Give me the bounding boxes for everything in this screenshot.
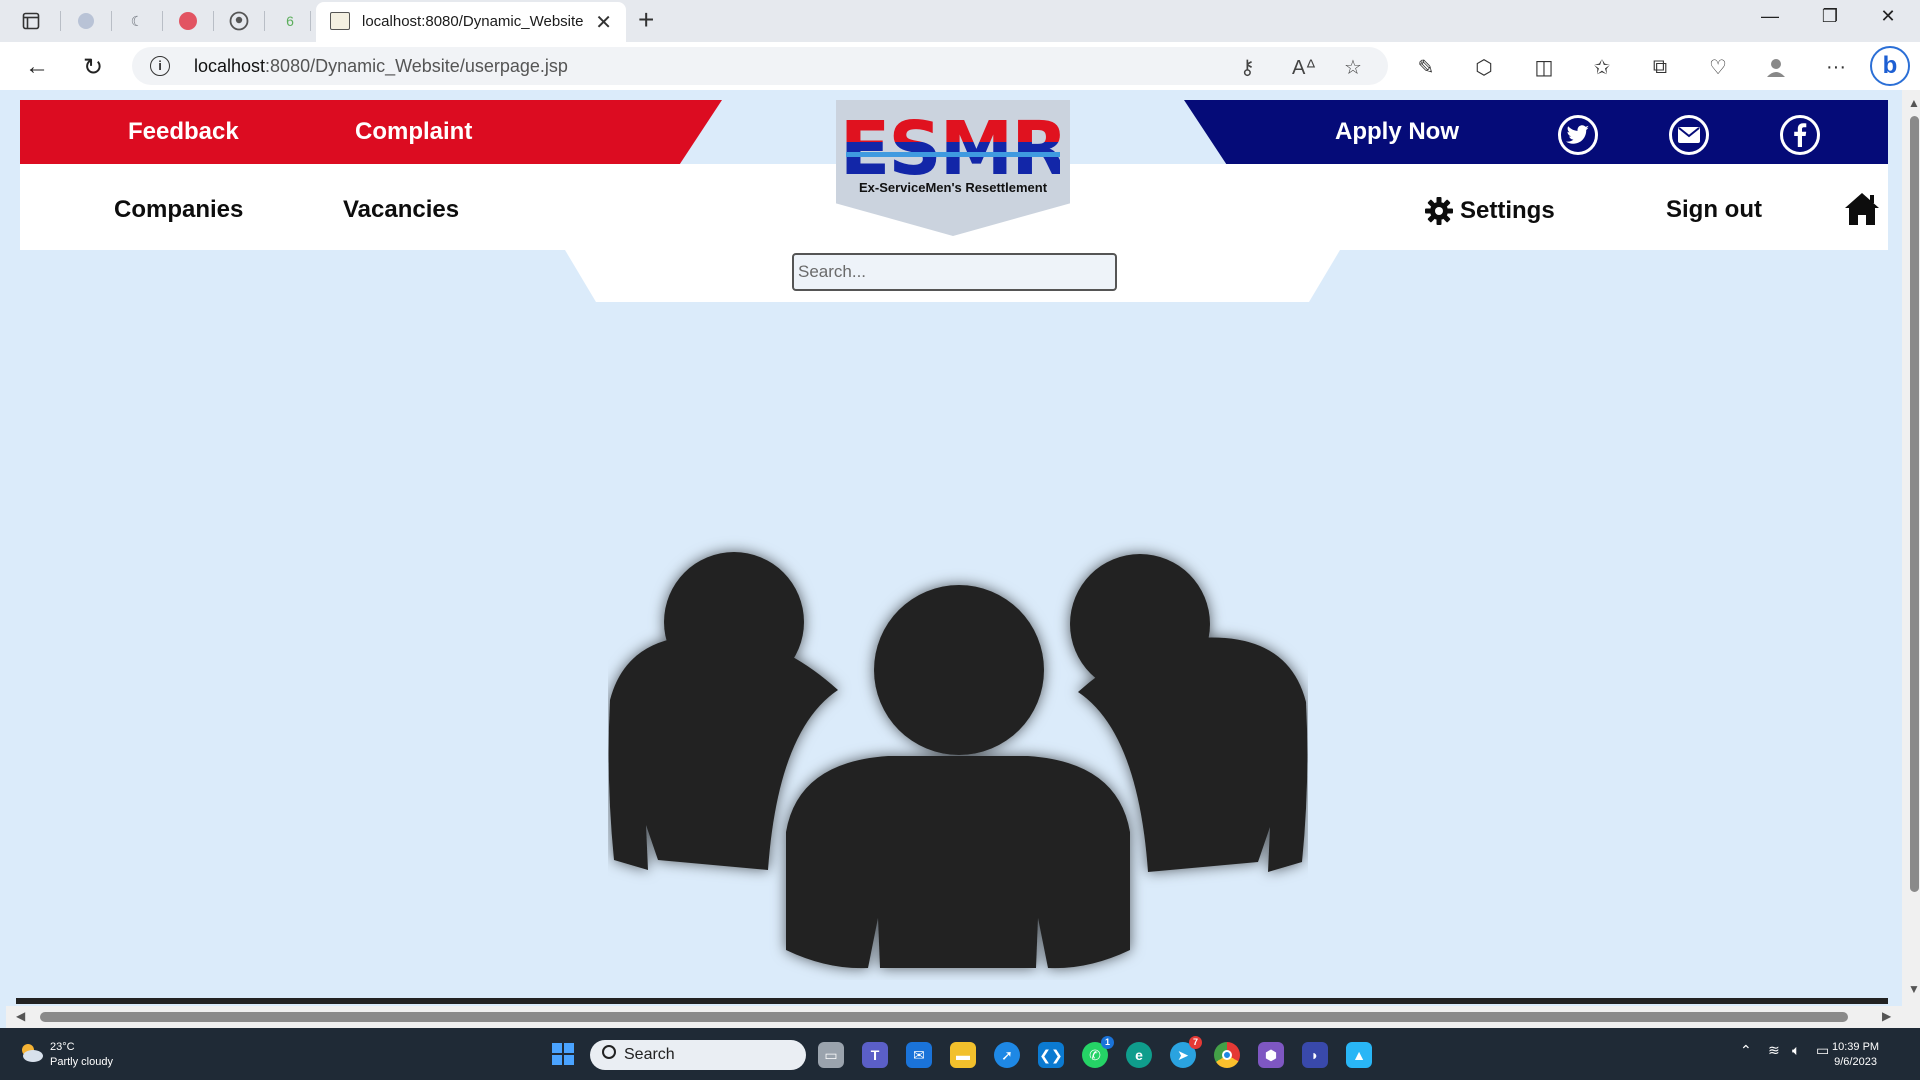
pinned-tab-icon[interactable]: ☾ [124, 8, 150, 34]
scroll-down-icon[interactable]: ▼ [1908, 982, 1920, 996]
pinned-tab-icon[interactable]: 6 [277, 8, 303, 34]
collections-icon[interactable]: ⧉ [1646, 53, 1674, 81]
drop-icon[interactable]: ✎ [1412, 53, 1440, 81]
start-button[interactable] [552, 1043, 574, 1065]
browser-essentials-icon[interactable]: ♡ [1704, 53, 1732, 81]
twitter-icon[interactable] [1558, 115, 1598, 155]
favorite-star-icon[interactable]: ☆ [1344, 55, 1362, 80]
new-tab-button[interactable]: + [638, 4, 654, 36]
app-cube-icon[interactable]: ⬢ [1258, 1042, 1284, 1068]
tab-close-icon[interactable]: ✕ [595, 10, 612, 35]
esmr-logo-mark: ESMR ESMR [846, 108, 1060, 178]
restore-button[interactable]: ❐ [1810, 6, 1850, 27]
search-icon [602, 1045, 616, 1059]
volume-icon[interactable]: 🔈︎ [1792, 1042, 1800, 1059]
read-aloud-icon[interactable]: Aᐞ [1292, 55, 1316, 80]
profile-icon[interactable] [1762, 53, 1790, 81]
apply-now-link[interactable]: Apply Now [1335, 118, 1459, 146]
safari-like-icon[interactable]: ➚ [994, 1042, 1020, 1068]
logo-tagline: Ex-ServiceMen's Resettlement [858, 180, 1048, 195]
horizontal-scroll-thumb[interactable] [40, 1012, 1848, 1022]
facebook-icon[interactable] [1780, 115, 1820, 155]
telegram-icon[interactable]: ➤ 7 [1170, 1036, 1202, 1068]
scroll-left-icon[interactable]: ◀ [16, 1009, 25, 1023]
more-menu-icon[interactable]: ··· [1822, 53, 1850, 81]
clock-date: 9/6/2023 [1834, 1056, 1877, 1068]
weather-desc: Partly cloudy [50, 1056, 113, 1068]
vscode-icon[interactable]: ❮❯ [1038, 1042, 1064, 1068]
tab-actions-icon[interactable] [18, 8, 44, 34]
teams-icon[interactable]: T [862, 1042, 888, 1068]
favorites-icon[interactable]: ✩ [1588, 53, 1616, 81]
complaint-link[interactable]: Complaint [355, 118, 472, 146]
scroll-right-icon[interactable]: ▶ [1882, 1009, 1891, 1023]
vacancies-link[interactable]: Vacancies [343, 196, 459, 224]
mail-app-icon[interactable]: ✉ [906, 1042, 932, 1068]
users-group-icon [608, 552, 1308, 969]
url-text[interactable]: localhost:8080/Dynamic_Website/userpage.… [194, 56, 568, 77]
eclipse-like-icon[interactable]: ◗ [1302, 1042, 1328, 1068]
site-info-icon[interactable]: i [150, 56, 170, 76]
site-header: Feedback Complaint Apply Now Companies V… [20, 100, 1888, 1002]
bing-copilot-icon[interactable]: b [1870, 46, 1910, 86]
mail-icon[interactable] [1669, 115, 1709, 155]
vertical-scrollbar[interactable]: ▲ ▼ [1902, 90, 1920, 1028]
settings-link[interactable]: Settings [1424, 196, 1555, 226]
sign-out-link[interactable]: Sign out [1666, 196, 1762, 224]
file-explorer-icon[interactable]: ▬ [950, 1042, 976, 1068]
weather-widget[interactable]: 23°C Partly cloudy [50, 1040, 113, 1070]
wifi-icon[interactable]: ≋ [1768, 1042, 1780, 1059]
pinned-tab-icon[interactable] [73, 8, 99, 34]
browser-tab-bar: ☾ 6 localhost:8080/Dynamic_Website ✕ + —… [0, 0, 1920, 42]
task-view-icon[interactable]: ▭ [818, 1042, 844, 1068]
telegram-badge: 7 [1189, 1036, 1202, 1049]
split-screen-icon[interactable]: ◫ [1530, 53, 1558, 81]
minimize-button[interactable]: — [1750, 6, 1790, 27]
feedback-link[interactable]: Feedback [128, 118, 239, 146]
close-window-button[interactable]: ✕ [1868, 6, 1908, 27]
whatsapp-icon[interactable]: ✆ 1 [1082, 1036, 1114, 1068]
vertical-scroll-thumb[interactable] [1910, 116, 1919, 892]
tray-chevron-icon[interactable]: ⌃ [1740, 1042, 1752, 1059]
taskbar-clock[interactable]: 10:39 PM 9/6/2023 [1832, 1040, 1879, 1070]
whatsapp-badge: 1 [1101, 1036, 1114, 1049]
photo-app-icon[interactable]: ▲ [1346, 1042, 1372, 1068]
battery-icon[interactable]: ▭ [1816, 1042, 1829, 1059]
home-icon[interactable] [1843, 190, 1881, 228]
companies-link[interactable]: Companies [114, 196, 243, 224]
extensions-icon[interactable]: ⬡ [1470, 53, 1498, 81]
scroll-up-icon[interactable]: ▲ [1908, 96, 1920, 110]
page-viewport: Feedback Complaint Apply Now Companies V… [0, 90, 1920, 1028]
page-bottom-bar [16, 998, 1888, 1004]
weather-temp: 23°C [50, 1041, 75, 1053]
edge-icon[interactable]: e [1126, 1042, 1152, 1068]
chrome-icon[interactable] [1214, 1042, 1240, 1068]
windows-taskbar: 23°C Partly cloudy Search ▭ T ✉ ▬ ➚ ❮❯ ✆… [0, 1028, 1920, 1080]
back-button[interactable]: ← [20, 50, 54, 84]
search-input[interactable] [792, 253, 1117, 291]
active-tab-title: localhost:8080/Dynamic_Website [362, 13, 584, 30]
taskbar-search-label: Search [624, 1046, 675, 1063]
password-key-icon[interactable]: ⚷ [1240, 55, 1255, 80]
tab-favicon-icon [330, 12, 350, 30]
horizontal-scrollbar[interactable]: ◀ ▶ [6, 1006, 1906, 1028]
taskbar-search[interactable]: Search [590, 1040, 806, 1070]
github-icon[interactable] [226, 8, 252, 34]
pinned-tab-icon[interactable] [175, 8, 201, 34]
partly-cloudy-icon[interactable] [18, 1041, 44, 1063]
clock-time: 10:39 PM [1832, 1041, 1880, 1053]
address-bar[interactable]: i localhost:8080/Dynamic_Website/userpag… [132, 47, 1388, 85]
settings-label: Settings [1460, 197, 1555, 224]
refresh-button[interactable]: ↻ [76, 50, 110, 84]
gear-icon [1425, 197, 1453, 225]
active-tab[interactable]: localhost:8080/Dynamic_Website ✕ [316, 2, 626, 42]
browser-toolbar: ← ↻ i localhost:8080/Dynamic_Website/use… [0, 42, 1920, 90]
